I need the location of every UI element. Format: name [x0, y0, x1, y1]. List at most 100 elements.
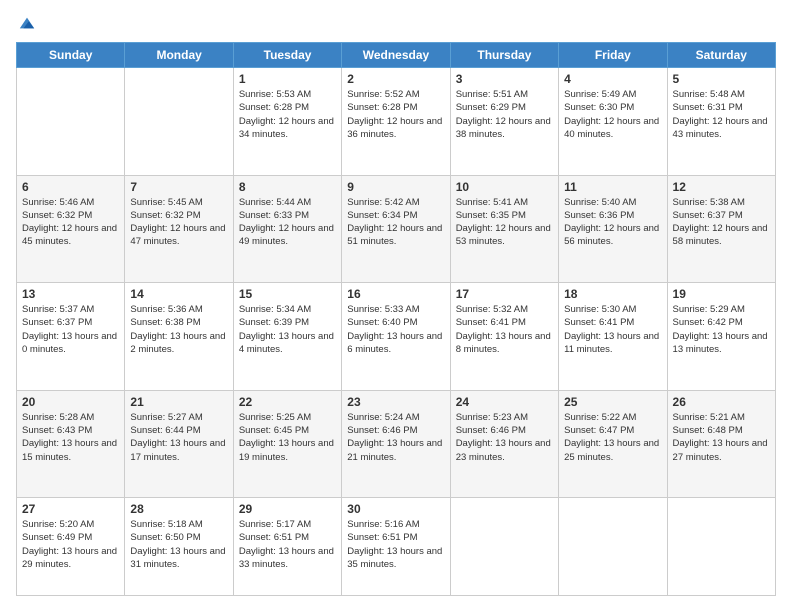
- day-header-thursday: Thursday: [450, 43, 558, 68]
- day-number: 6: [22, 180, 119, 194]
- calendar-cell: 14 Sunrise: 5:36 AMSunset: 6:38 PMDayligh…: [125, 283, 233, 391]
- calendar-cell: 28Sunrise: 5:18 AMSunset: 6:50 PMDayligh…: [125, 498, 233, 596]
- day-number: 20: [22, 395, 119, 409]
- day-number: 8: [239, 180, 336, 194]
- calendar-cell: 17 Sunrise: 5:32 AMSunset: 6:41 PMDayligh…: [450, 283, 558, 391]
- day-number: 4: [564, 72, 661, 86]
- week-row-3: 13 Sunrise: 5:37 AMSunset: 6:37 PMDayligh…: [17, 283, 776, 391]
- calendar-cell: [559, 498, 667, 596]
- calendar-cell: 19 Sunrise: 5:29 AMSunset: 6:42 PMDayligh…: [667, 283, 775, 391]
- day-info: Sunrise: 5:20 AMSunset: 6:49 PMDaylight:…: [22, 518, 119, 571]
- day-info: Sunrise: 5:42 AMSunset: 6:34 PMDaylight:…: [347, 196, 444, 249]
- calendar-cell: 30 Sunrise: 5:16 AMSunset: 6:51 PMDayligh…: [342, 498, 450, 596]
- day-number: 1: [239, 72, 336, 86]
- day-header-friday: Friday: [559, 43, 667, 68]
- day-info: Sunrise: 5:45 AMSunset: 6:32 PMDaylight:…: [130, 196, 227, 249]
- calendar-cell: 3Sunrise: 5:51 AMSunset: 6:29 PMDaylight…: [450, 68, 558, 176]
- calendar-cell: 5 Sunrise: 5:48 AMSunset: 6:31 PMDaylight…: [667, 68, 775, 176]
- day-number: 12: [673, 180, 770, 194]
- day-info: Sunrise: 5:23 AMSunset: 6:46 PMDaylight:…: [456, 411, 553, 464]
- day-number: 27: [22, 502, 119, 516]
- calendar-table: SundayMondayTuesdayWednesdayThursdayFrid…: [16, 42, 776, 596]
- day-number: 11: [564, 180, 661, 194]
- day-number: 9: [347, 180, 444, 194]
- day-number: 7: [130, 180, 227, 194]
- calendar-cell: [667, 498, 775, 596]
- header: [16, 16, 776, 32]
- calendar-cell: 8 Sunrise: 5:44 AMSunset: 6:33 PMDaylight…: [233, 175, 341, 283]
- calendar-header-row: SundayMondayTuesdayWednesdayThursdayFrid…: [17, 43, 776, 68]
- calendar-cell: 13 Sunrise: 5:37 AMSunset: 6:37 PMDayligh…: [17, 283, 125, 391]
- day-number: 2: [347, 72, 444, 86]
- day-number: 23: [347, 395, 444, 409]
- logo: [16, 16, 36, 32]
- calendar-cell: 15 Sunrise: 5:34 AMSunset: 6:39 PMDayligh…: [233, 283, 341, 391]
- day-number: 5: [673, 72, 770, 86]
- calendar-cell: 18 Sunrise: 5:30 AMSunset: 6:41 PMDayligh…: [559, 283, 667, 391]
- day-number: 15: [239, 287, 336, 301]
- day-header-tuesday: Tuesday: [233, 43, 341, 68]
- day-info: Sunrise: 5:41 AMSunset: 6:35 PMDaylight:…: [456, 196, 553, 249]
- day-info: Sunrise: 5:34 AMSunset: 6:39 PMDaylight:…: [239, 303, 336, 356]
- page: SundayMondayTuesdayWednesdayThursdayFrid…: [0, 0, 792, 612]
- day-number: 19: [673, 287, 770, 301]
- day-info: Sunrise: 5:37 AMSunset: 6:37 PMDaylight:…: [22, 303, 119, 356]
- day-number: 24: [456, 395, 553, 409]
- calendar-cell: [450, 498, 558, 596]
- calendar-cell: 24 Sunrise: 5:23 AMSunset: 6:46 PMDayligh…: [450, 390, 558, 498]
- day-info: Sunrise: 5:29 AMSunset: 6:42 PMDaylight:…: [673, 303, 770, 356]
- calendar-cell: 23 Sunrise: 5:24 AMSunset: 6:46 PMDayligh…: [342, 390, 450, 498]
- calendar-cell: 12 Sunrise: 5:38 AMSunset: 6:37 PMDayligh…: [667, 175, 775, 283]
- day-number: 14: [130, 287, 227, 301]
- calendar-cell: 29Sunrise: 5:17 AMSunset: 6:51 PMDayligh…: [233, 498, 341, 596]
- day-number: 30: [347, 502, 444, 516]
- week-row-2: 6 Sunrise: 5:46 AMSunset: 6:32 PMDaylight…: [17, 175, 776, 283]
- day-info: Sunrise: 5:46 AMSunset: 6:32 PMDaylight:…: [22, 196, 119, 249]
- day-number: 26: [673, 395, 770, 409]
- day-info: Sunrise: 5:32 AMSunset: 6:41 PMDaylight:…: [456, 303, 553, 356]
- day-number: 21: [130, 395, 227, 409]
- day-number: 13: [22, 287, 119, 301]
- calendar-cell: 27 Sunrise: 5:20 AMSunset: 6:49 PMDayligh…: [17, 498, 125, 596]
- day-info: Sunrise: 5:30 AMSunset: 6:41 PMDaylight:…: [564, 303, 661, 356]
- day-info: Sunrise: 5:38 AMSunset: 6:37 PMDaylight:…: [673, 196, 770, 249]
- day-info: Sunrise: 5:33 AMSunset: 6:40 PMDaylight:…: [347, 303, 444, 356]
- logo-icon: [18, 14, 36, 32]
- day-info: Sunrise: 5:44 AMSunset: 6:33 PMDaylight:…: [239, 196, 336, 249]
- day-info: Sunrise: 5:18 AMSunset: 6:50 PMDaylight:…: [130, 518, 227, 571]
- day-info: Sunrise: 5:25 AMSunset: 6:45 PMDaylight:…: [239, 411, 336, 464]
- calendar-cell: 26 Sunrise: 5:21 AMSunset: 6:48 PMDayligh…: [667, 390, 775, 498]
- day-info: Sunrise: 5:16 AMSunset: 6:51 PMDaylight:…: [347, 518, 444, 571]
- day-info: Sunrise: 5:40 AMSunset: 6:36 PMDaylight:…: [564, 196, 661, 249]
- day-number: 10: [456, 180, 553, 194]
- day-info: Sunrise: 5:21 AMSunset: 6:48 PMDaylight:…: [673, 411, 770, 464]
- week-row-5: 27 Sunrise: 5:20 AMSunset: 6:49 PMDayligh…: [17, 498, 776, 596]
- calendar-cell: 6 Sunrise: 5:46 AMSunset: 6:32 PMDaylight…: [17, 175, 125, 283]
- calendar-cell: 4Sunrise: 5:49 AMSunset: 6:30 PMDaylight…: [559, 68, 667, 176]
- day-number: 25: [564, 395, 661, 409]
- day-info: Sunrise: 5:53 AMSunset: 6:28 PMDaylight:…: [239, 88, 336, 141]
- day-header-wednesday: Wednesday: [342, 43, 450, 68]
- day-info: Sunrise: 5:36 AMSunset: 6:38 PMDaylight:…: [130, 303, 227, 356]
- day-info: Sunrise: 5:28 AMSunset: 6:43 PMDaylight:…: [22, 411, 119, 464]
- day-number: 22: [239, 395, 336, 409]
- day-number: 18: [564, 287, 661, 301]
- day-info: Sunrise: 5:27 AMSunset: 6:44 PMDaylight:…: [130, 411, 227, 464]
- day-info: Sunrise: 5:48 AMSunset: 6:31 PMDaylight:…: [673, 88, 770, 141]
- day-number: 17: [456, 287, 553, 301]
- calendar-cell: 25Sunrise: 5:22 AMSunset: 6:47 PMDayligh…: [559, 390, 667, 498]
- calendar-cell: 21 Sunrise: 5:27 AMSunset: 6:44 PMDayligh…: [125, 390, 233, 498]
- calendar-cell: 2Sunrise: 5:52 AMSunset: 6:28 PMDaylight…: [342, 68, 450, 176]
- day-header-monday: Monday: [125, 43, 233, 68]
- calendar-cell: [125, 68, 233, 176]
- calendar-cell: [17, 68, 125, 176]
- calendar-cell: 22 Sunrise: 5:25 AMSunset: 6:45 PMDayligh…: [233, 390, 341, 498]
- day-number: 3: [456, 72, 553, 86]
- calendar-cell: 1 Sunrise: 5:53 AMSunset: 6:28 PMDaylight…: [233, 68, 341, 176]
- calendar-cell: 7 Sunrise: 5:45 AMSunset: 6:32 PMDaylight…: [125, 175, 233, 283]
- day-info: Sunrise: 5:24 AMSunset: 6:46 PMDaylight:…: [347, 411, 444, 464]
- calendar-cell: 20 Sunrise: 5:28 AMSunset: 6:43 PMDayligh…: [17, 390, 125, 498]
- calendar-cell: 11 Sunrise: 5:40 AMSunset: 6:36 PMDayligh…: [559, 175, 667, 283]
- day-header-sunday: Sunday: [17, 43, 125, 68]
- calendar-cell: 10 Sunrise: 5:41 AMSunset: 6:35 PMDayligh…: [450, 175, 558, 283]
